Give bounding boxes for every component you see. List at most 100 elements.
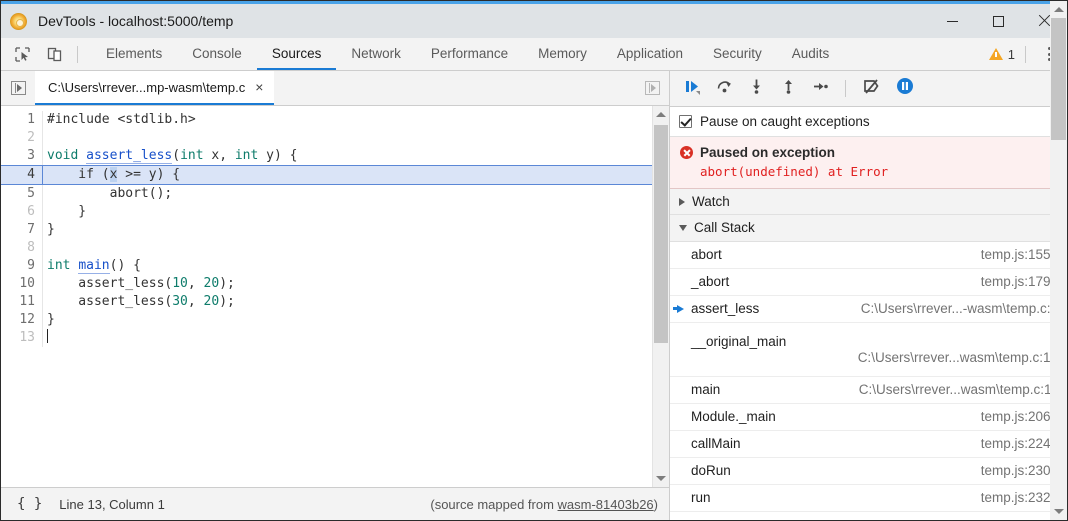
inspect-element-button[interactable]: [10, 43, 35, 66]
file-tab-close-icon[interactable]: ×: [253, 78, 265, 97]
tab-security[interactable]: Security: [698, 38, 777, 70]
code-line[interactable]: 6 }: [1, 203, 652, 221]
call-stack-section-header[interactable]: Call Stack: [670, 215, 1067, 241]
toggle-device-toolbar-button[interactable]: [42, 43, 67, 66]
frame-location[interactable]: temp.js:2308: [981, 463, 1058, 478]
editor-scroll-up-button[interactable]: [656, 106, 666, 123]
line-number[interactable]: 6: [1, 203, 42, 221]
code-line[interactable]: 5 abort();: [1, 185, 652, 203]
code-line-text[interactable]: int main() {: [42, 257, 652, 275]
call-stack-frame[interactable]: callMaintemp.js:2249: [670, 431, 1067, 458]
line-number[interactable]: 7: [1, 221, 42, 239]
pretty-print-braces-icon[interactable]: { }: [13, 495, 46, 513]
call-stack-frame[interactable]: callMaintemp.js:2334: [670, 512, 1067, 520]
step-button[interactable]: [812, 78, 829, 100]
code-line-text[interactable]: [42, 129, 652, 147]
minimize-button[interactable]: [929, 4, 975, 38]
code-line-text[interactable]: assert_less(30, 20);: [42, 293, 652, 311]
code-line[interactable]: 2: [1, 129, 652, 147]
code-line-text[interactable]: }: [42, 203, 652, 221]
debugger-scroll-track[interactable]: [1050, 18, 1067, 503]
line-number[interactable]: 4: [1, 166, 42, 184]
code-line[interactable]: 10 assert_less(10, 20);: [1, 275, 652, 293]
debugger-scrollbar[interactable]: [1050, 1, 1067, 520]
show-debugger-icon[interactable]: [645, 81, 660, 95]
code-line-text[interactable]: #include <stdlib.h>: [42, 111, 652, 129]
warning-badge[interactable]: 1: [982, 47, 1022, 62]
call-stack-frame[interactable]: mainC:\Users\rrever...wasm\temp.c:11: [670, 377, 1067, 404]
frame-location[interactable]: temp.js:1795: [981, 274, 1058, 289]
deactivate-breakpoints-button[interactable]: [862, 78, 881, 100]
call-stack-frame[interactable]: Module._maintemp.js:2062: [670, 404, 1067, 431]
code-line[interactable]: 12}: [1, 311, 652, 329]
code-line-text[interactable]: }: [42, 311, 652, 329]
editor-scroll-thumb[interactable]: [654, 125, 668, 343]
code-line-text[interactable]: assert_less(10, 20);: [42, 275, 652, 293]
step-out-of-current-function-button[interactable]: [780, 78, 797, 100]
maximize-button[interactable]: [975, 4, 1021, 38]
line-number[interactable]: 12: [1, 311, 42, 329]
line-number[interactable]: 5: [1, 185, 42, 203]
line-number[interactable]: 8: [1, 239, 42, 257]
frame-location[interactable]: temp.js:2334: [981, 518, 1058, 520]
code-line-text[interactable]: }: [42, 221, 652, 239]
resume-script-execution-button[interactable]: [684, 78, 701, 100]
line-number[interactable]: 3: [1, 147, 42, 165]
step-into-next-function-call-button[interactable]: [748, 78, 765, 100]
debugger-scroll-up-button[interactable]: [1050, 1, 1067, 18]
code-line-text[interactable]: [42, 329, 652, 347]
watch-section-header[interactable]: Watch: [670, 189, 1067, 215]
line-number[interactable]: 10: [1, 275, 42, 293]
frame-location[interactable]: C:\Users\rrever...wasm\temp.c:10: [677, 350, 1058, 365]
code-line[interactable]: 8: [1, 239, 652, 257]
frame-location[interactable]: temp.js:2249: [981, 436, 1058, 451]
tab-sources[interactable]: Sources: [257, 38, 337, 70]
call-stack-frame[interactable]: assert_lessC:\Users\rrever...-wasm\temp.…: [670, 296, 1067, 323]
code-line-text[interactable]: void assert_less(int x, int y) {: [42, 147, 652, 165]
tab-application[interactable]: Application: [602, 38, 698, 70]
step-over-next-function-call-button[interactable]: [716, 78, 733, 100]
code-line[interactable]: 1#include <stdlib.h>: [1, 111, 652, 129]
code-line[interactable]: 7}: [1, 221, 652, 239]
frame-location[interactable]: temp.js:2062: [981, 409, 1058, 424]
call-stack-frame[interactable]: __original_mainC:\Users\rrever...wasm\te…: [670, 323, 1067, 377]
call-stack-frame[interactable]: _aborttemp.js:1795: [670, 269, 1067, 296]
call-stack-list[interactable]: aborttemp.js:1558_aborttemp.js:1795asser…: [670, 242, 1067, 520]
line-number[interactable]: 2: [1, 129, 42, 147]
tab-memory[interactable]: Memory: [523, 38, 602, 70]
tab-elements[interactable]: Elements: [91, 38, 177, 70]
code-line[interactable]: 13: [1, 329, 652, 347]
tab-performance[interactable]: Performance: [416, 38, 523, 70]
pause-on-caught-exceptions-row[interactable]: Pause on caught exceptions: [670, 107, 1067, 137]
editor-scroll-track[interactable]: [653, 123, 669, 470]
frame-location[interactable]: temp.js:1558: [981, 247, 1058, 262]
pause-on-exceptions-button[interactable]: [896, 77, 914, 100]
call-stack-frame[interactable]: aborttemp.js:1558: [670, 242, 1067, 269]
editor-scrollbar[interactable]: [652, 106, 669, 487]
line-number[interactable]: 13: [1, 329, 42, 347]
code-editor[interactable]: 1#include <stdlib.h>23void assert_less(i…: [1, 106, 652, 487]
editor-scroll-down-button[interactable]: [656, 470, 666, 487]
call-stack-frame[interactable]: doRuntemp.js:2308: [670, 458, 1067, 485]
code-line-text[interactable]: abort();: [42, 185, 652, 203]
code-line[interactable]: 3void assert_less(int x, int y) {: [1, 147, 652, 165]
pause-on-caught-exceptions-checkbox[interactable]: [679, 115, 692, 128]
frame-location[interactable]: C:\Users\rrever...wasm\temp.c:11: [859, 382, 1058, 397]
frame-location[interactable]: temp.js:2323: [981, 490, 1058, 505]
line-number[interactable]: 11: [1, 293, 42, 311]
tab-console[interactable]: Console: [177, 38, 257, 70]
line-number[interactable]: 9: [1, 257, 42, 275]
frame-location[interactable]: C:\Users\rrever...-wasm\temp.c:4: [861, 301, 1058, 316]
tab-audits[interactable]: Audits: [777, 38, 845, 70]
source-map-link[interactable]: wasm-81403b26: [558, 497, 654, 512]
debugger-scroll-thumb[interactable]: [1051, 18, 1066, 140]
code-line-text[interactable]: if (x >= y) {: [42, 166, 652, 184]
code-line[interactable]: 4 if (x >= y) {: [1, 165, 652, 185]
line-number[interactable]: 1: [1, 111, 42, 129]
file-tab-temp-c[interactable]: C:\Users\rrever...mp-wasm\temp.c ×: [35, 71, 274, 105]
tab-network[interactable]: Network: [336, 38, 416, 70]
show-navigator-button[interactable]: [1, 71, 35, 105]
code-line[interactable]: 11 assert_less(30, 20);: [1, 293, 652, 311]
code-line[interactable]: 9int main() {: [1, 257, 652, 275]
debugger-scroll-down-button[interactable]: [1050, 503, 1067, 520]
